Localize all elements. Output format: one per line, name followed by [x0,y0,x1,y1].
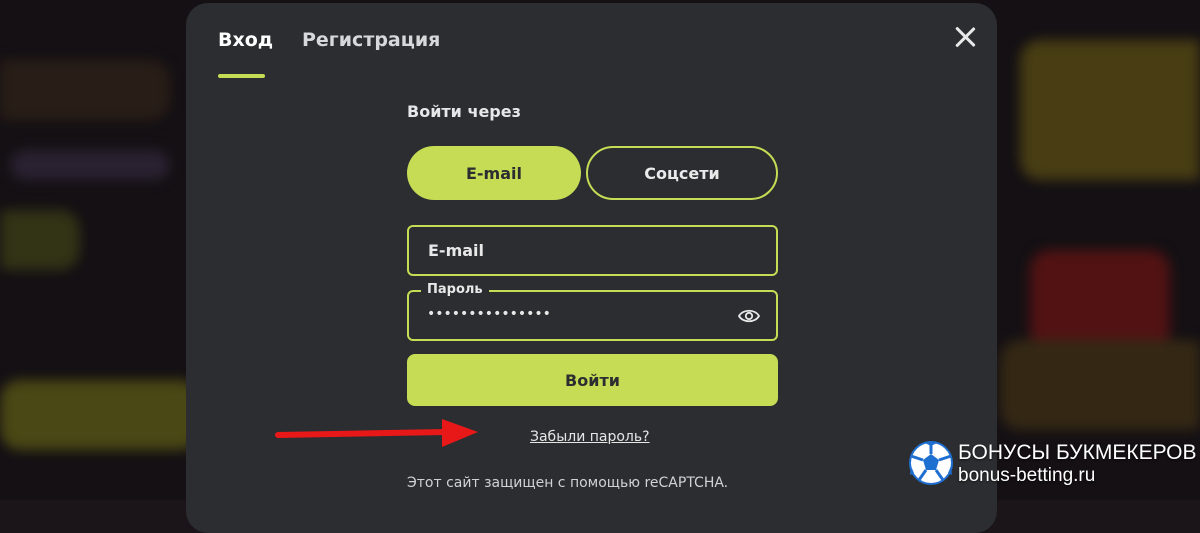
soccer-ball-icon [909,441,953,485]
method-social-button[interactable]: Соцсети [586,146,778,200]
forgot-password-link[interactable]: Забыли пароль? [530,429,650,445]
email-placeholder: E-mail [428,241,485,260]
watermark-title: БОНУСЫ БУКМЕКЕРОВ [958,441,1197,464]
active-tab-indicator [218,74,265,78]
tab-register[interactable]: Регистрация [302,29,440,51]
close-icon[interactable] [951,23,979,51]
tab-login[interactable]: Вход [218,29,273,51]
password-value: ••••••••••••••• [427,306,551,322]
login-via-label: Войти через [407,102,521,121]
password-field[interactable]: Пароль ••••••••••••••• [407,282,778,341]
method-email-button[interactable]: E-mail [407,146,581,200]
eye-icon[interactable] [738,307,760,325]
login-submit-button[interactable]: Войти [407,354,778,406]
red-arrow-annotation [275,419,478,447]
watermark: БОНУСЫ БУКМЕКЕРОВ bonus-betting.ru [906,436,1200,496]
password-label: Пароль [421,282,489,297]
watermark-url: bonus-betting.ru [958,465,1096,486]
recaptcha-notice: Этот сайт защищен с помощью reCAPTCHA. [407,475,729,491]
email-field[interactable]: E-mail [407,225,778,276]
